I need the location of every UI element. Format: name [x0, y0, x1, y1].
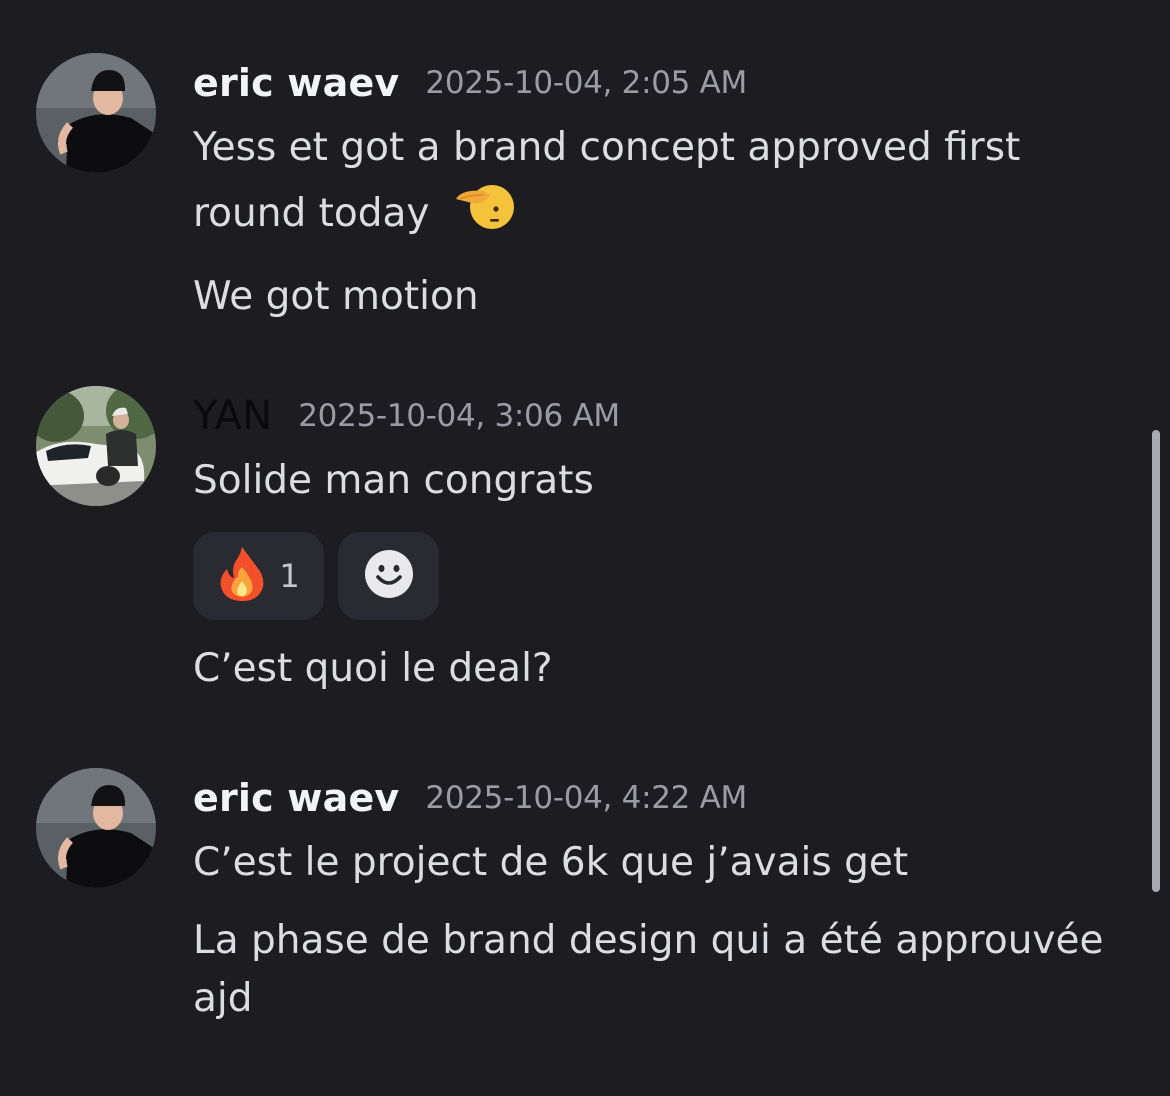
- message-line: ajd: [193, 976, 253, 1021]
- saluting-face-emoji-icon: [454, 179, 514, 252]
- message-text: C’est quoi le deal?: [193, 638, 1143, 700]
- person-beanie-avatar-icon: [36, 768, 156, 888]
- user-avatar[interactable]: [36, 53, 156, 173]
- message-line: La phase de brand design qui a été appro…: [193, 918, 1104, 963]
- fire-reaction[interactable]: 1: [193, 532, 324, 620]
- message-text: Yess et got a brand concept approved fir…: [193, 117, 1143, 179]
- user-avatar[interactable]: [36, 768, 156, 888]
- reactions-bar: 1: [193, 532, 1143, 620]
- user-avatar[interactable]: [36, 386, 156, 506]
- message-line: Yess et got a brand concept approved fir…: [193, 125, 1021, 170]
- message-text: C’est le project de 6k que j’avais get: [193, 832, 1143, 894]
- message-text: round today: [193, 179, 1143, 252]
- username[interactable]: eric waev: [193, 61, 399, 105]
- message-text: Solide man congrats: [193, 450, 1143, 512]
- message-line: round today: [193, 191, 430, 236]
- message-text: ajd: [193, 968, 1143, 1030]
- person-with-car-avatar-icon: [36, 386, 156, 506]
- fire-emoji-icon: [217, 545, 267, 607]
- message-line: C’est le project de 6k que j’avais get: [193, 840, 909, 885]
- add-reaction-button[interactable]: [338, 532, 439, 620]
- message-text: We got motion: [193, 266, 1143, 328]
- timestamp: 2025-10-04, 3:06 AM: [298, 398, 620, 434]
- message-line: C’est quoi le deal?: [193, 646, 553, 691]
- username[interactable]: YAN: [193, 393, 272, 439]
- username[interactable]: eric waev: [193, 776, 399, 820]
- scrollbar[interactable]: [1152, 430, 1160, 892]
- add-reaction-icon: [364, 549, 414, 603]
- timestamp: 2025-10-04, 4:22 AM: [425, 780, 747, 816]
- person-beanie-avatar-icon: [36, 53, 156, 173]
- message-line: We got motion: [193, 274, 479, 319]
- message-text: La phase de brand design qui a été appro…: [193, 910, 1143, 972]
- reaction-count: 1: [279, 557, 300, 595]
- message-line: Solide man congrats: [193, 458, 594, 503]
- timestamp: 2025-10-04, 2:05 AM: [425, 65, 747, 101]
